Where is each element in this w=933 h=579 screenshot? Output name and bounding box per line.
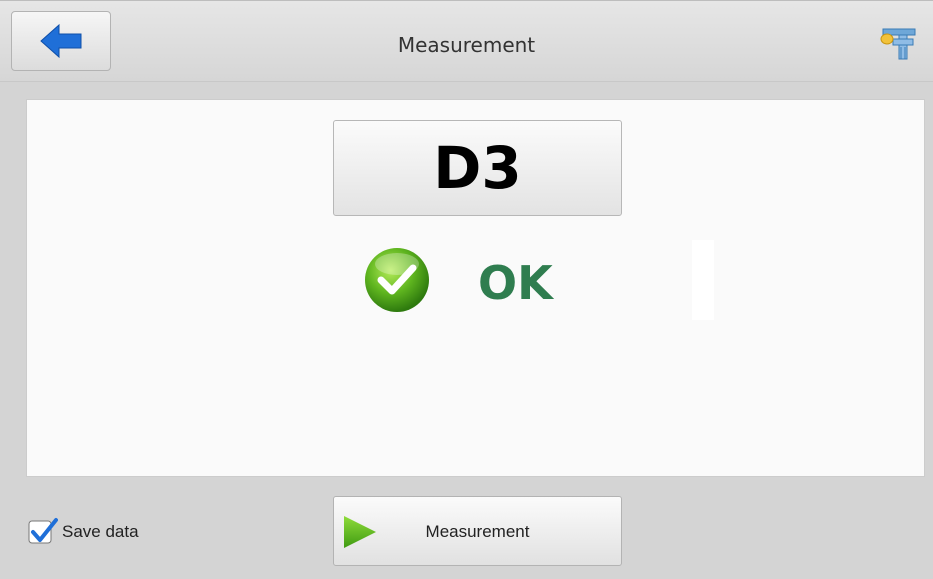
caliper-icon[interactable] [879,27,917,63]
status-text: OK [478,256,553,310]
measurement-button[interactable]: Measurement [333,496,622,566]
back-button[interactable] [11,11,111,71]
save-data-label: Save data [62,522,139,541]
app-window: Measurement D3 OK Save data Measurement [0,0,933,579]
back-arrow-icon [40,23,82,59]
header-bar: Measurement [0,1,933,82]
measurement-button-label: Measurement [425,522,530,541]
status-divider [692,240,714,320]
page-title: Measurement [397,33,536,57]
result-code-display: D3 [333,120,622,216]
save-data-checkbox[interactable]: Save data [28,517,139,547]
checkbox-checked-icon[interactable] [28,517,58,547]
check-circle-icon [365,248,429,312]
